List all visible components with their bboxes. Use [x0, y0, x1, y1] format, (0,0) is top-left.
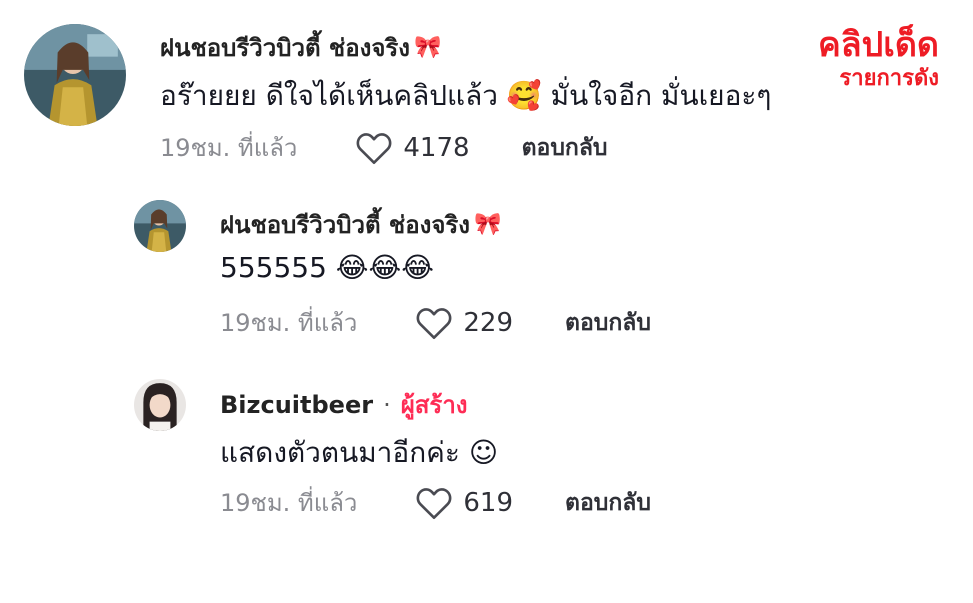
heart-outline-icon	[356, 132, 392, 164]
heart-outline-icon	[416, 487, 452, 519]
heart-outline-icon	[416, 307, 452, 339]
username-text: Bizcuitbeer	[220, 390, 374, 419]
like-count: 4178	[403, 132, 470, 163]
profile-photo-icon	[134, 200, 186, 252]
like-button[interactable]: 229	[415, 306, 513, 340]
profile-photo-icon	[134, 379, 186, 431]
reply-button[interactable]: ตอบกลับ	[565, 485, 651, 521]
like-button[interactable]: 4178	[355, 131, 470, 165]
like-count: 619	[463, 487, 514, 518]
username-text: ฝนชอบรีวิวบิวตี้ ช่องจริง	[160, 34, 410, 62]
comment-meta: 19ชม. ที่แล้ว 4178 ตอบกลับ	[160, 128, 608, 167]
bow-emoji-icon: 🎀	[414, 35, 442, 60]
avatar[interactable]	[134, 200, 186, 252]
reply-button[interactable]: ตอบกลับ	[522, 130, 608, 166]
comment-meta: 19ชม. ที่แล้ว 229 ตอบกลับ	[220, 303, 651, 342]
like-count: 229	[463, 307, 514, 338]
comment-text: 555555 😂😂😂	[220, 251, 434, 284]
comment-timestamp: 19ชม. ที่แล้ว	[220, 489, 358, 517]
username-text: ฝนชอบรีวิวบิวตี้ ช่องจริง	[220, 211, 470, 239]
creator-badge: ผู้สร้าง	[400, 391, 468, 419]
comment-username[interactable]: Bizcuitbeer · ผู้สร้าง	[220, 385, 468, 424]
like-button[interactable]: 619	[415, 486, 513, 520]
avatar[interactable]	[134, 379, 186, 431]
comment-meta: 19ชม. ที่แล้ว 619 ตอบกลับ	[220, 483, 651, 522]
bow-emoji-icon: 🎀	[474, 212, 502, 237]
comment-3: Bizcuitbeer · ผู้สร้าง แสดงตัวตนมาอีกค่ะ…	[0, 365, 973, 535]
avatar[interactable]	[24, 24, 126, 126]
comment-2: ฝนชอบรีวิวบิวตี้ ช่องจริง 🎀 555555 😂😂😂 1…	[0, 185, 973, 350]
comment-username[interactable]: ฝนชอบรีวิวบิวตี้ ช่องจริง 🎀	[220, 205, 501, 244]
comment-text: แสดงตัวตนมาอีกค่ะ ☺	[220, 436, 499, 469]
comment-text: อร๊ายยย ดีใจได้เห็นคลิปแล้ว 🥰 มั่นใจอีก …	[160, 79, 772, 112]
profile-photo-icon	[24, 24, 126, 126]
comment-timestamp: 19ชม. ที่แล้ว	[220, 309, 358, 337]
separator: ·	[383, 390, 391, 419]
comment-1: ฝนชอบรีวิวบิวตี้ ช่องจริง 🎀 อร๊ายยย ดีใจ…	[0, 0, 973, 180]
reply-button[interactable]: ตอบกลับ	[565, 305, 651, 341]
comment-username[interactable]: ฝนชอบรีวิวบิวตี้ ช่องจริง 🎀	[160, 28, 441, 67]
comment-timestamp: 19ชม. ที่แล้ว	[160, 134, 298, 162]
